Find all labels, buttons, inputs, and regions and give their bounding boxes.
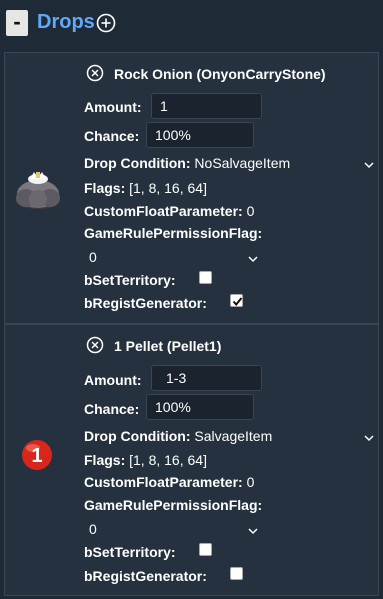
drop-condition-select[interactable]: SalvageItem [194, 428, 272, 444]
chevron-down-icon[interactable] [364, 430, 374, 442]
flags-label: Flags: [1, 8, 16, 64] [84, 180, 207, 196]
custom-float-label-text: CustomFloatParameter: [84, 474, 243, 490]
red-pellet-icon: 1 [13, 438, 54, 477]
regist-generator-checkbox[interactable] [230, 294, 243, 307]
drop-item-title: Rock Onion (OnyonCarryStone) [114, 66, 326, 82]
custom-float-label: CustomFloatParameter: 0 [84, 203, 254, 219]
drop-condition-select[interactable]: NoSalvageItem [194, 155, 290, 171]
regist-generator-checkbox[interactable] [230, 567, 243, 580]
chevron-down-icon[interactable] [248, 523, 258, 535]
drop-condition-label: Drop Condition: NoSalvageItem [84, 155, 290, 171]
drop-item-title: 1 Pellet (Pellet1) [114, 338, 222, 354]
regist-generator-label: bRegistGenerator: [84, 295, 207, 311]
rock-onion-icon [13, 167, 63, 216]
gamerule-select[interactable]: 0 [89, 249, 97, 265]
gamerule-label: GameRulePermissionFlag: [84, 497, 263, 513]
set-territory-label: bSetTerritory: [84, 272, 176, 288]
chevron-down-icon[interactable] [364, 157, 374, 169]
drop-condition-label-text: Drop Condition: [84, 428, 191, 444]
amount-input[interactable]: 1 [151, 93, 262, 119]
drops-header: - Drops [0, 0, 383, 46]
custom-float-label: CustomFloatParameter: 0 [84, 474, 254, 490]
flags-label: Flags: [1, 8, 16, 64] [84, 452, 207, 468]
set-territory-checkbox[interactable] [199, 543, 212, 556]
drop-condition-label: Drop Condition: SalvageItem [84, 428, 272, 444]
drop-card: 1 1 Pellet (Pellet1) Amount: 1-3 Chance:… [4, 324, 379, 596]
gamerule-label: GameRulePermissionFlag: [84, 225, 263, 241]
drop-card: Rock Onion (OnyonCarryStone) Amount: 1 C… [4, 52, 379, 324]
chance-label: Chance: [84, 401, 140, 417]
chance-input[interactable]: 100% [146, 122, 254, 148]
flags-label-text: Flags: [84, 452, 126, 468]
custom-float-value: 0 [246, 203, 255, 219]
amount-input[interactable]: 1-3 [151, 365, 262, 391]
custom-float-value: 0 [246, 474, 255, 490]
chance-label: Chance: [84, 128, 140, 144]
amount-label: Amount: [84, 372, 142, 388]
remove-drop-icon[interactable] [86, 336, 104, 354]
chevron-down-icon[interactable] [248, 251, 258, 263]
custom-float-label-text: CustomFloatParameter: [84, 203, 243, 219]
set-territory-label: bSetTerritory: [84, 544, 176, 560]
drop-condition-label-text: Drop Condition: [84, 155, 191, 171]
flags-value: [1, 8, 16, 64] [129, 452, 207, 468]
flags-label-text: Flags: [84, 180, 126, 196]
gamerule-select[interactable]: 0 [89, 521, 97, 537]
add-drop-icon[interactable] [96, 13, 116, 33]
section-title: Drops [37, 11, 95, 33]
amount-label: Amount: [84, 99, 142, 115]
chance-input[interactable]: 100% [146, 394, 254, 420]
set-territory-checkbox[interactable] [199, 271, 212, 284]
remove-drop-icon[interactable] [86, 64, 104, 82]
regist-generator-label: bRegistGenerator: [84, 568, 207, 584]
pellet-number: 1 [31, 445, 42, 467]
flags-value: [1, 8, 16, 64] [129, 180, 207, 196]
collapse-button[interactable]: - [6, 10, 28, 36]
